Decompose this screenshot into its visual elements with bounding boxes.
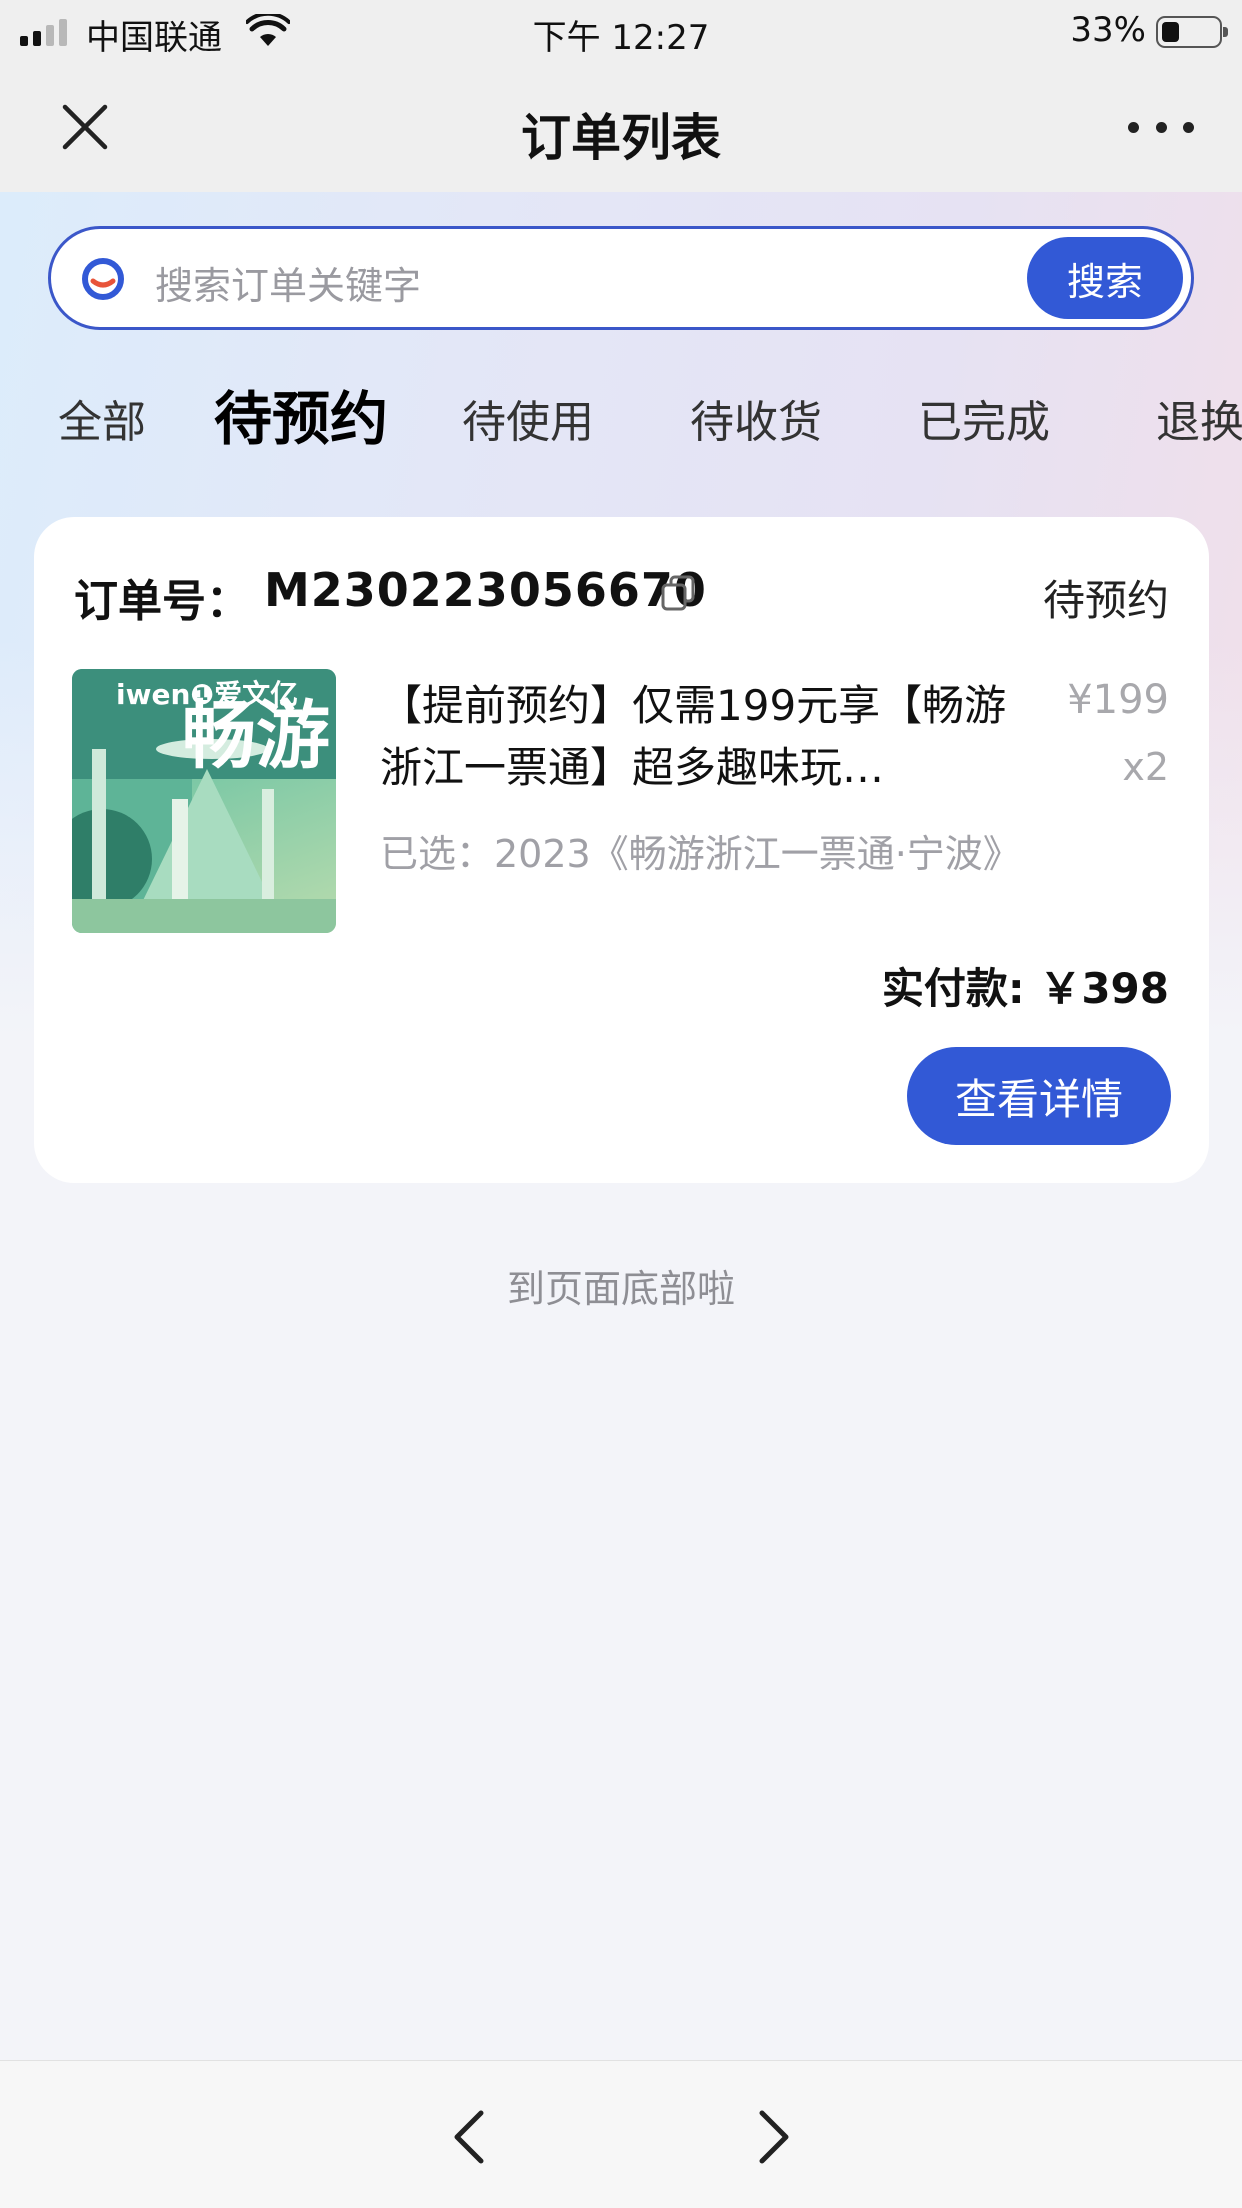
search-icon	[79, 255, 127, 303]
end-of-list-text: 到页面底部啦	[506, 1267, 735, 1311]
battery-percent: 33%	[1070, 10, 1146, 50]
status-time: 下午 12:27	[532, 18, 710, 58]
product-price: ¥199	[1067, 677, 1169, 723]
product-spec: 已选：2023《畅游浙江一票通·宁波》	[380, 832, 1021, 876]
status-bar: 中国联通 下午 12:27 33%	[0, 0, 1242, 62]
order-tabs: 全部 待预约 待使用 待收货 已完成 退换	[0, 370, 1242, 460]
back-arrow-icon[interactable]	[445, 2107, 495, 2167]
page-title: 订单列表	[521, 109, 721, 167]
browser-toolbar	[0, 2060, 1242, 2208]
order-card[interactable]: 订单号： M230223056670 待预约 iwen❶爱文亿 畅游 【提前预约…	[34, 517, 1209, 1183]
tab-completed[interactable]: 已完成	[918, 386, 1050, 450]
search-box[interactable]: 搜索订单关键字 搜索	[48, 226, 1194, 330]
forward-arrow-icon[interactable]	[748, 2107, 798, 2167]
order-status: 待预约	[1042, 576, 1169, 625]
more-icon[interactable]	[1128, 112, 1194, 142]
product-quantity: x2	[1122, 745, 1169, 789]
battery-icon	[1156, 16, 1228, 48]
tab-pending-receipt[interactable]: 待收货	[690, 386, 822, 450]
copy-icon[interactable]	[659, 573, 701, 615]
order-number: M230223056670	[264, 563, 707, 617]
search-button[interactable]: 搜索	[1027, 237, 1183, 319]
view-details-button[interactable]: 查看详情	[907, 1047, 1171, 1145]
thumbnail-title: 畅游	[182, 693, 330, 779]
tab-pending-booking[interactable]: 待预约	[214, 372, 388, 456]
tab-returns[interactable]: 退换	[1156, 386, 1242, 450]
tab-all[interactable]: 全部	[58, 386, 146, 450]
order-number-label: 订单号：	[74, 576, 250, 627]
tab-pending-use[interactable]: 待使用	[462, 386, 594, 450]
product-title[interactable]: 【提前预约】仅需199元享【畅游浙江一票通】超多趣味玩…	[380, 675, 1020, 799]
paid-amount: 实付款: ￥398	[881, 964, 1169, 1013]
nav-bar: 订单列表	[0, 62, 1242, 192]
search-input[interactable]: 搜索订单关键字	[155, 255, 421, 310]
product-thumbnail[interactable]: iwen❶爱文亿 畅游	[72, 669, 336, 933]
